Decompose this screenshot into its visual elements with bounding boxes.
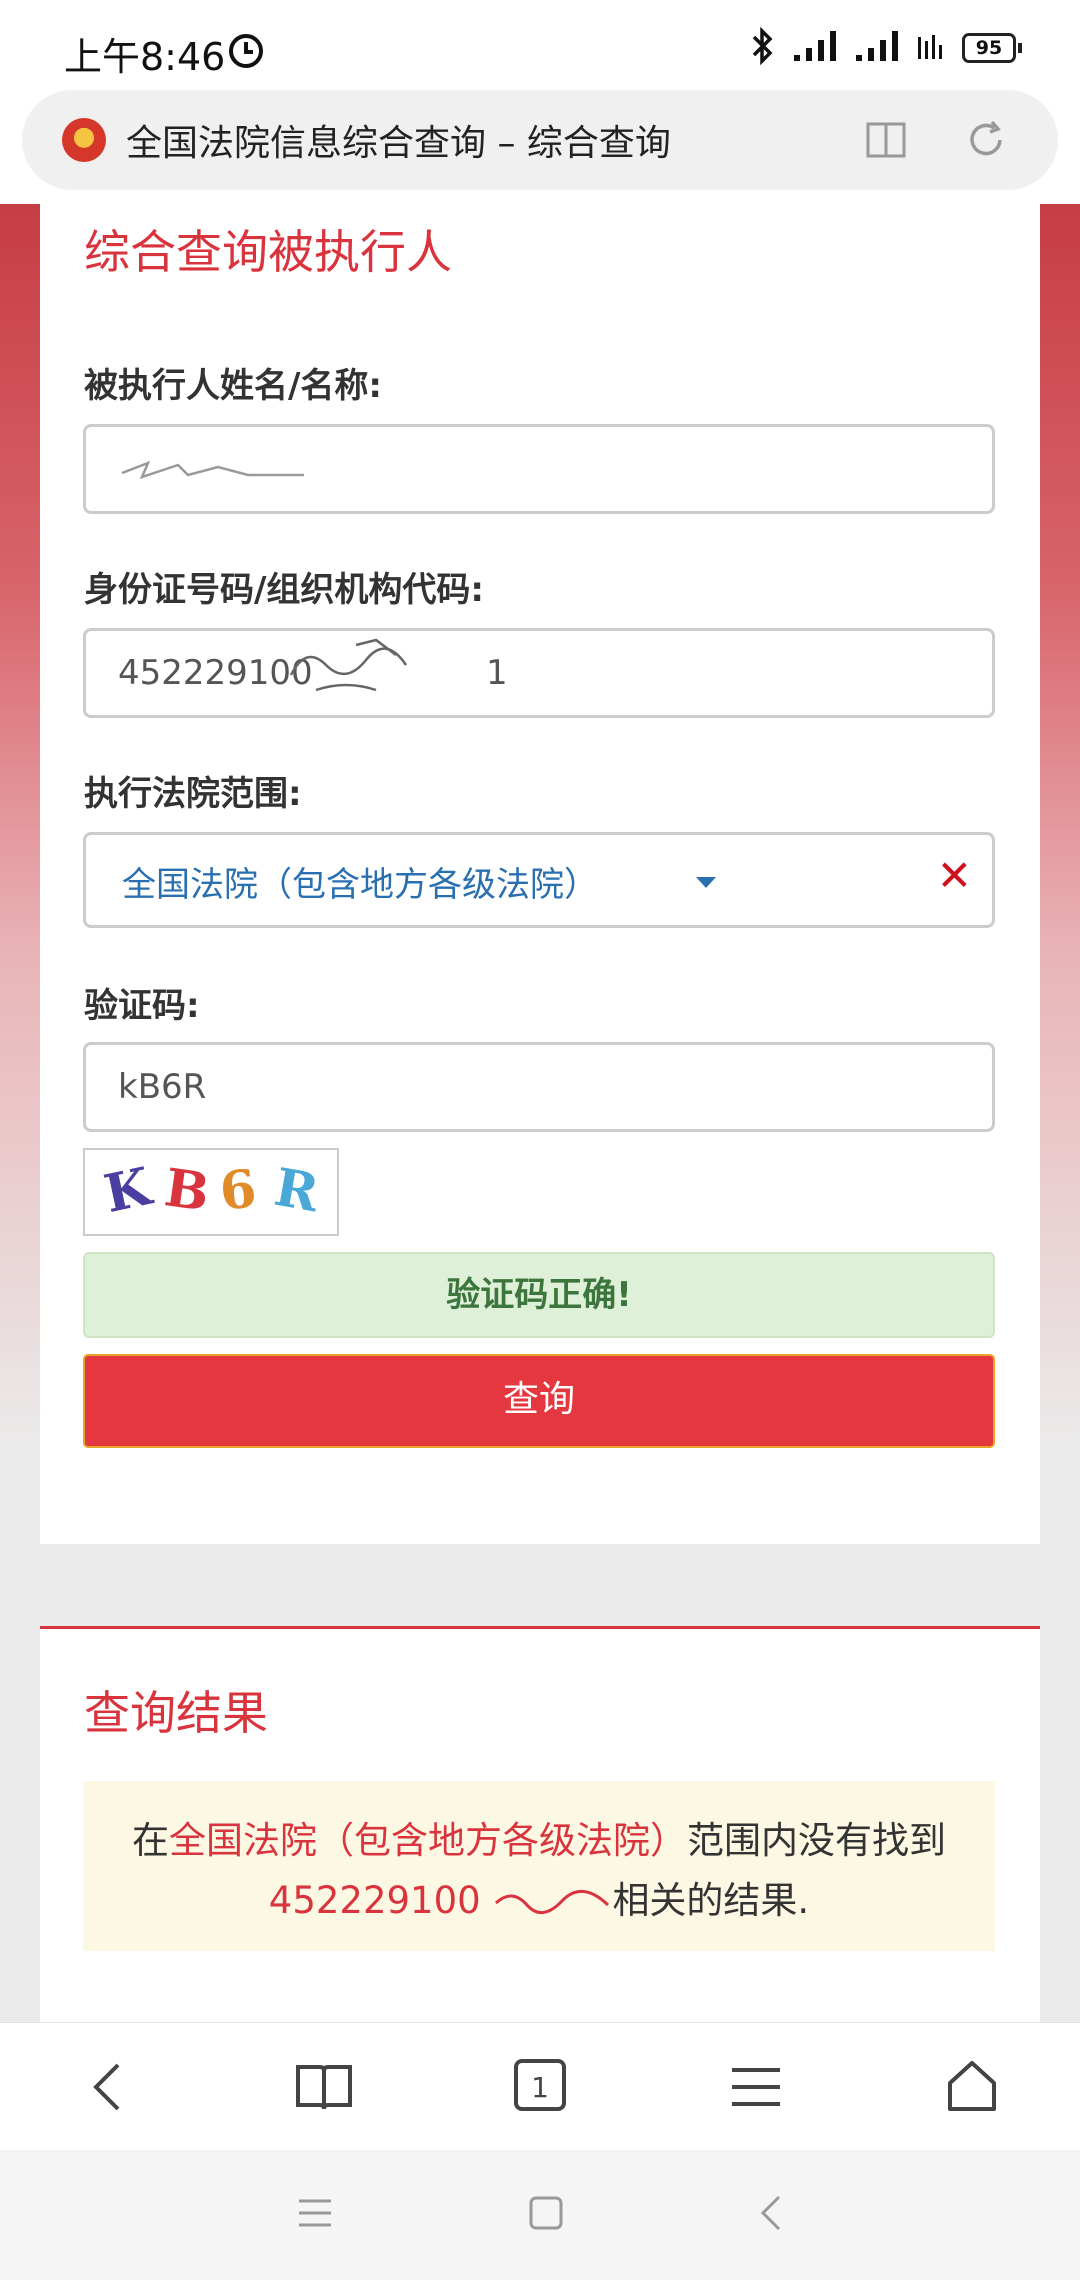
status-icons: 95	[748, 26, 1022, 70]
captcha-input[interactable]: kB6R	[83, 1042, 995, 1132]
back-icon	[93, 2063, 120, 2111]
refresh-icon[interactable]	[962, 116, 1010, 168]
chevron-left-icon	[760, 2195, 780, 2231]
tabs-button[interactable]: 1	[480, 2037, 600, 2137]
captcha-char: R	[270, 1156, 324, 1225]
redaction-scribble	[289, 638, 408, 692]
clear-icon[interactable]: ✕	[937, 851, 972, 900]
battery-icon: 95	[962, 33, 1016, 63]
square-icon	[529, 2196, 563, 2230]
signal-icon	[792, 29, 840, 67]
query-form-card: 综合查询被执行人 被执行人姓名/名称: 身份证号码/组织机构代码: 452229…	[40, 204, 1040, 1544]
menu-button[interactable]	[696, 2037, 816, 2137]
back-button[interactable]	[48, 2037, 168, 2137]
result-suffix: 相关的结果.	[612, 1879, 810, 1922]
name-label: 被执行人姓名/名称:	[84, 366, 383, 406]
id-label: 身份证号码/组织机构代码:	[84, 570, 485, 610]
captcha-image[interactable]: K B 6 R	[83, 1148, 339, 1236]
court-range-select[interactable]: 全国法院（包含地方各级法院） ✕	[83, 832, 995, 928]
result-middle: 范围内没有找到	[687, 1819, 946, 1862]
court-range-label: 执行法院范围:	[84, 774, 302, 814]
url-bar[interactable]: 全国法院信息综合查询 – 综合查询	[22, 90, 1058, 190]
system-navigation-bar	[0, 2150, 1080, 2280]
caret-down-icon[interactable]	[696, 877, 716, 888]
tabs-icon: 1	[514, 2059, 566, 2111]
captcha-char: K	[99, 1155, 157, 1226]
form-title: 综合查询被执行人	[84, 225, 452, 279]
page-title[interactable]: 全国法院信息综合查询 – 综合查询	[126, 114, 671, 166]
redaction-scribble	[495, 1889, 610, 1914]
browser-address-area: 全国法院信息综合查询 – 综合查询	[0, 90, 1080, 204]
home-button[interactable]	[912, 2037, 1032, 2137]
svg-text:1: 1	[531, 2071, 549, 2104]
signal-icon	[854, 29, 902, 67]
alarm-icon	[226, 30, 266, 74]
id-input-value: 452229100	[118, 653, 313, 693]
reader-mode-icon[interactable]	[862, 116, 910, 168]
status-time: 上午8:46	[64, 35, 226, 79]
id-input-value-tail: 1	[486, 653, 508, 693]
result-message-box: 在全国法院（包含地方各级法院）范围内没有找到 452229100 相关的结果.	[83, 1781, 995, 1951]
recents-icon	[299, 2199, 332, 2227]
bluetooth-icon	[748, 26, 778, 70]
status-bar: 上午8:46 95	[0, 0, 1080, 90]
bookmarks-button[interactable]	[264, 2037, 384, 2137]
site-emblem-icon	[62, 118, 106, 162]
browser-toolbar: 1	[0, 2022, 1080, 2151]
menu-icon	[732, 2068, 780, 2106]
recent-apps-button[interactable]	[297, 2197, 333, 2233]
result-card: 查询结果 在全国法院（包含地方各级法院）范围内没有找到 452229100 相关…	[40, 1626, 1040, 2029]
captcha-char: 6	[216, 1158, 260, 1223]
id-input[interactable]: 452229100 1	[83, 628, 995, 718]
system-home-button[interactable]	[528, 2195, 564, 2235]
result-title: 查询结果	[84, 1686, 268, 1740]
system-back-button[interactable]	[759, 2193, 783, 2237]
result-prefix: 在	[132, 1819, 169, 1862]
captcha-char: B	[160, 1157, 213, 1224]
captcha-success-message: 验证码正确!	[83, 1252, 995, 1338]
battery-tip	[1018, 43, 1022, 53]
redaction-scribble	[121, 460, 304, 480]
name-input[interactable]	[83, 424, 995, 514]
result-message: 在全国法院（包含地方各级法院）范围内没有找到 452229100 相关的结果.	[113, 1811, 965, 1931]
home-icon	[948, 2061, 996, 2111]
captcha-label: 验证码:	[84, 986, 200, 1026]
court-range-value: 全国法院（包含地方各级法院）	[122, 865, 598, 905]
result-query-id: 452229100	[268, 1879, 481, 1922]
wifi-bars-icon	[916, 31, 944, 65]
result-scope: 全国法院（包含地方各级法院）	[169, 1819, 687, 1862]
query-button[interactable]: 查询	[83, 1354, 995, 1448]
book-icon	[296, 2065, 352, 2110]
